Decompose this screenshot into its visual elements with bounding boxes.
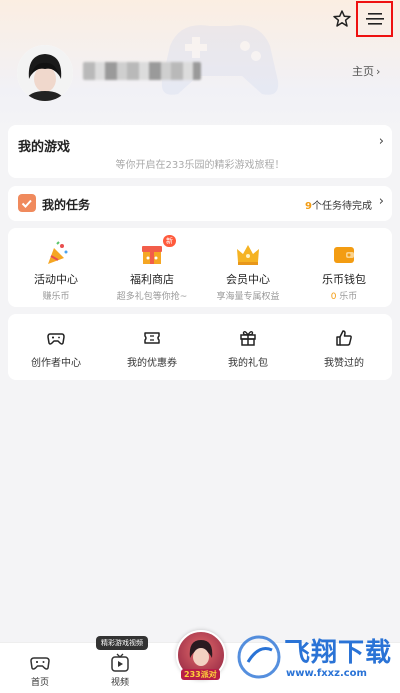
chevron-right-icon: › — [376, 64, 381, 78]
feature-sub: 超多礼包等你抢~ — [116, 292, 188, 302]
coin-unit: 乐币 — [339, 292, 358, 302]
feature-label: 活动中心 — [34, 273, 78, 286]
feature-sub: 享海量专属权益 — [216, 292, 280, 302]
my-tasks-card[interactable]: 我的任务 9个任务待完成 › — [8, 186, 392, 221]
puzzle-star-icon[interactable] — [331, 8, 353, 30]
tool-my-likes[interactable]: 我赞过的 — [296, 314, 392, 380]
tasks-count-suffix: 个任务待完成 — [312, 201, 372, 212]
calendar-check-icon — [18, 194, 36, 212]
watermark-logo-icon — [237, 635, 281, 679]
nav-label: 视频 — [110, 678, 129, 688]
nav-video[interactable]: 视频 — [100, 653, 140, 688]
gift-shop-icon — [142, 246, 162, 264]
gift-icon — [240, 331, 256, 346]
gamepad-nav-icon — [30, 657, 50, 670]
gamepad-icon — [47, 333, 65, 345]
tasks-count-number: 9 — [305, 201, 312, 212]
homepage-link[interactable]: 主页 › — [352, 63, 380, 79]
menu-button[interactable] — [356, 1, 393, 37]
site-watermark: 飞翔下载 www.fxxz.com — [236, 630, 400, 692]
watermark-url: www.fxxz.com — [286, 668, 367, 679]
feature-label: 乐币钱包 — [322, 273, 366, 286]
features-card: 活动中心 赚乐币 新 福利商店 超多礼包等你抢~ 会员中心 享海量专属权益 乐币… — [8, 228, 392, 307]
tool-label: 我赞过的 — [324, 358, 364, 369]
wallet-icon — [334, 247, 354, 263]
my-games-card[interactable]: 我的游戏 › 等你开启在233乐园的精彩游戏旅程！ — [8, 125, 392, 178]
crown-icon — [237, 245, 259, 265]
party-popper-icon — [48, 241, 68, 264]
feature-label: 福利商店 — [130, 273, 174, 286]
feature-activity-center[interactable]: 活动中心 赚乐币 — [8, 228, 104, 307]
homepage-label: 主页 — [352, 65, 374, 78]
feature-label: 会员中心 — [226, 273, 270, 286]
nav-home[interactable]: 首页 — [20, 653, 60, 688]
new-badge: 新 — [163, 235, 176, 247]
avatar[interactable] — [17, 45, 73, 101]
tool-my-coupons[interactable]: 我的优惠券 — [104, 314, 200, 380]
tool-label: 创作者中心 — [31, 358, 81, 369]
tools-card: 创作者中心 我的优惠券 我的礼包 我赞过的 — [8, 314, 392, 380]
feature-welfare-shop[interactable]: 新 福利商店 超多礼包等你抢~ — [104, 228, 200, 307]
feature-sub: 赚乐币 — [42, 292, 70, 302]
my-games-title: 我的游戏 — [18, 140, 71, 155]
center-game-label: 233派对 — [181, 669, 220, 680]
username-blurred — [83, 62, 201, 80]
hamburger-menu-icon — [365, 13, 384, 25]
tool-label: 我的礼包 — [228, 358, 268, 369]
coin-balance: 0 — [330, 292, 337, 302]
ticket-icon — [144, 332, 160, 344]
feature-sub: 0 乐币 — [331, 289, 358, 302]
tool-label: 我的优惠券 — [127, 358, 177, 369]
video-play-icon — [111, 653, 129, 672]
tool-creator-center[interactable]: 创作者中心 — [8, 314, 104, 380]
chevron-right-icon: › — [378, 194, 384, 209]
thumbs-up-icon — [336, 330, 352, 346]
my-games-subtitle: 等你开启在233乐园的精彩游戏旅程！ — [115, 160, 285, 171]
gamepad-watermark-icon — [161, 25, 279, 95]
feature-coin-wallet[interactable]: 乐币钱包 0 乐币 — [296, 228, 392, 307]
tasks-pending-count: 9个任务待完成 — [305, 197, 372, 212]
tool-my-gifts[interactable]: 我的礼包 — [200, 314, 296, 380]
chevron-right-icon: › — [378, 134, 384, 149]
feature-member-center[interactable]: 会员中心 享海量专属权益 — [200, 228, 296, 307]
watermark-title: 飞翔下载 — [284, 638, 393, 668]
video-tooltip: 精彩游戏视频 — [96, 636, 148, 650]
nav-label: 首页 — [30, 678, 49, 688]
my-tasks-title: 我的任务 — [42, 198, 91, 212]
